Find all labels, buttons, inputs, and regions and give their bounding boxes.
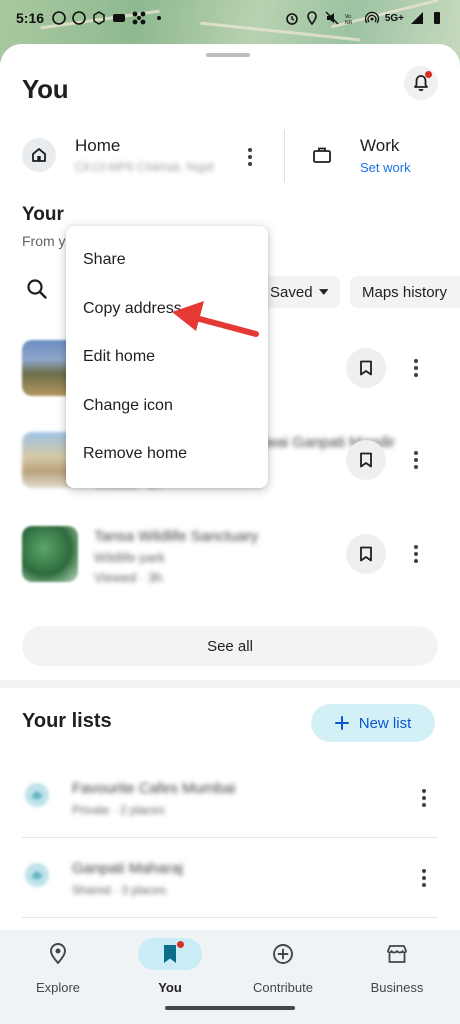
divider	[284, 130, 285, 182]
bookmark-icon	[164, 945, 176, 963]
home-address: CK13-MP6 Chikhali, Nigdi	[75, 160, 214, 174]
bookmark-button[interactable]	[346, 534, 386, 574]
gesture-bar	[165, 1006, 295, 1010]
bottom-sheet: You Home CK13-MP6 Chikhali, Nigdi Work S…	[0, 44, 460, 1024]
section-title: Your	[22, 204, 64, 225]
app-icon	[113, 14, 126, 22]
whatsapp-icon	[72, 11, 86, 25]
list-meta: Private · 2 places	[72, 803, 165, 817]
set-work-link[interactable]: Set work	[360, 160, 411, 175]
home-context-menu: Share Copy address Edit home Change icon…	[66, 226, 268, 488]
home-label[interactable]: Home	[75, 136, 120, 156]
place-type: Wildlife park	[94, 550, 165, 565]
lists-title: Your lists	[22, 710, 112, 732]
maps-history-chip[interactable]: Maps history	[350, 276, 460, 308]
place-thumbnail	[22, 526, 78, 582]
list-meta: Shared · 3 places	[72, 883, 167, 897]
status-time: 5:16	[16, 10, 45, 26]
volte-icon: VoNR	[345, 14, 353, 25]
menu-item-edit-home[interactable]: Edit home	[66, 333, 268, 382]
fan-icon	[132, 11, 146, 25]
list-item[interactable]: Ganpati Maharaj Shared · 3 places	[22, 838, 438, 918]
briefcase-icon	[313, 147, 331, 163]
signal-icon	[411, 12, 423, 24]
svg-text:NR: NR	[345, 20, 353, 25]
section-divider	[0, 680, 460, 688]
menu-item-remove-home[interactable]: Remove home	[66, 430, 268, 479]
work-label[interactable]: Work	[360, 136, 399, 156]
new-list-button[interactable]: New list	[311, 704, 435, 742]
location-icon	[307, 11, 317, 25]
home-more-options-button[interactable]	[240, 144, 260, 170]
list-name: Ganpati Maharaj	[72, 860, 183, 877]
menu-item-share[interactable]: Share	[66, 236, 268, 285]
bookmark-icon	[360, 546, 372, 562]
place-more-options-button[interactable]	[408, 354, 424, 382]
place-more-options-button[interactable]	[408, 540, 424, 568]
work-button[interactable]	[305, 138, 339, 172]
list-more-options-button[interactable]	[416, 784, 432, 812]
nav-business[interactable]: Business	[351, 938, 443, 998]
new-list-label: New list	[358, 714, 412, 732]
list-name: Favourite Cafes Mumbai	[72, 780, 236, 797]
place-more-options-button[interactable]	[408, 446, 424, 474]
maps-history-label: Maps history	[362, 283, 448, 301]
add-circle-icon	[273, 944, 293, 964]
list-icon	[25, 783, 49, 807]
chatgpt-icon	[93, 11, 105, 25]
list-item[interactable]: Tansa Wildlife Sanctuary Wildlife park V…	[22, 520, 438, 590]
place-status: Viewed · 3h	[94, 570, 163, 585]
network-type: 5G+	[384, 12, 404, 24]
sheet-drag-handle[interactable]	[206, 53, 250, 57]
see-all-button[interactable]: See all	[22, 626, 438, 666]
notification-dot	[177, 941, 184, 948]
place-name: Tansa Wildlife Sanctuary	[94, 528, 259, 545]
dot-icon	[157, 16, 162, 20]
location-pin-icon	[50, 943, 66, 964]
nav-label-business: Business	[370, 980, 424, 995]
section-subtitle: From y	[22, 233, 66, 249]
home-button[interactable]	[22, 138, 56, 172]
whatsapp-icon	[52, 11, 66, 25]
nav-you[interactable]: You	[124, 938, 216, 998]
notifications-button[interactable]	[404, 66, 438, 100]
status-bar: 5:16 Vo NR 5G+	[0, 0, 460, 36]
saved-filter-label: Saved	[270, 283, 313, 301]
bookmark-button[interactable]	[346, 348, 386, 388]
menu-item-change-icon[interactable]: Change icon	[66, 382, 268, 431]
system-icons: Vo NR 5G+	[285, 11, 444, 25]
alarm-icon	[286, 13, 298, 25]
saved-filter-chip[interactable]: Saved	[258, 276, 340, 308]
search-icon[interactable]	[26, 278, 48, 300]
page-title: You	[22, 74, 69, 104]
plus-icon	[334, 716, 349, 730]
list-icon	[25, 863, 49, 887]
menu-item-copy-address[interactable]: Copy address	[66, 285, 268, 334]
nav-label-explore: Explore	[35, 980, 81, 995]
mute-icon	[325, 11, 339, 25]
home-icon	[32, 148, 46, 162]
list-more-options-button[interactable]	[416, 864, 432, 892]
battery-icon	[434, 12, 440, 24]
nav-explore[interactable]: Explore	[12, 938, 104, 998]
notification-dot	[425, 71, 432, 78]
notification-icons	[52, 11, 166, 25]
bookmark-icon	[360, 452, 372, 468]
bookmark-button[interactable]	[346, 440, 386, 480]
bookmark-icon	[360, 360, 372, 376]
nav-label-you: You	[158, 980, 182, 995]
storefront-icon	[387, 945, 407, 963]
hotspot-icon	[364, 11, 379, 24]
nav-contribute[interactable]: Contribute	[237, 938, 329, 998]
nav-label-contribute: Contribute	[253, 980, 313, 995]
saved-addresses-row: Home CK13-MP6 Chikhali, Nigdi Work Set w…	[22, 130, 438, 190]
list-item[interactable]: Favourite Cafes Mumbai Private · 2 place…	[22, 758, 438, 838]
dropdown-arrow-icon	[318, 289, 328, 295]
